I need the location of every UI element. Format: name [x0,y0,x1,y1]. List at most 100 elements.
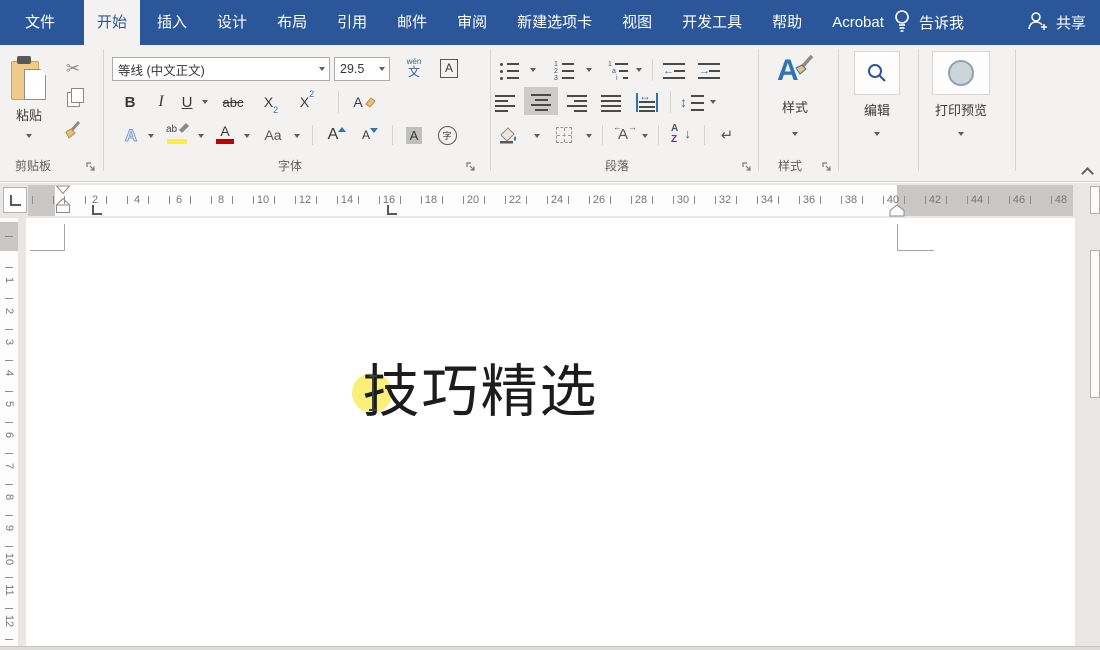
format-painter-button[interactable] [58,117,88,143]
phonetic-guide-button[interactable]: wén 文 [398,53,430,83]
grow-font-button[interactable]: A [322,121,352,149]
ruler-tick [483,196,485,204]
ribbon-home: 粘贴 ✂ 剪贴板 等线 (中文正文) 29.5 wén 文 A B I U ab… [0,45,1100,182]
font-size-combobox[interactable]: 29.5 [334,57,390,81]
borders-button[interactable] [550,121,578,149]
print-preview-dropdown[interactable] [920,129,1002,139]
tab-help[interactable]: 帮助 [759,0,815,45]
tab-stop-marker[interactable] [387,205,397,215]
align-center-button[interactable] [524,87,558,115]
text-highlight-button[interactable]: ab [162,121,192,149]
editing-dropdown[interactable] [850,129,904,139]
asian-layout-button[interactable]: ← → A [610,121,640,149]
bold-button[interactable]: B [116,89,144,115]
chevron-down-icon[interactable] [379,67,385,71]
asian-layout-dropdown[interactable] [640,131,650,141]
bullets-button[interactable] [494,57,524,83]
scrollbar-top-button[interactable] [1090,186,1100,214]
tab-home[interactable]: 开始 [84,0,141,45]
styles-button[interactable]: A [766,51,824,91]
text-effects-button[interactable]: A [118,121,144,149]
borders-dropdown[interactable] [584,131,594,141]
paste-button-label[interactable]: 粘贴 [6,105,52,123]
tab-new-tab[interactable]: 新建选项卡 [504,0,605,45]
tab-stop-selector[interactable] [3,187,27,213]
tab-mailings[interactable]: 邮件 [384,0,440,45]
tell-me-button[interactable]: 告诉我 [893,0,964,45]
subscript-icon: X [263,94,274,110]
print-preview-button-label[interactable]: 打印预览 [920,100,1002,118]
chevron-down-icon [294,134,300,138]
character-shading-button[interactable]: A [400,121,428,149]
clear-formatting-button[interactable]: A [348,89,382,115]
shading-dropdown[interactable] [532,131,542,141]
paragraph-dialog-launcher-icon[interactable] [742,159,752,171]
text-highlight-dropdown[interactable] [196,131,206,141]
ruler-tick [651,196,653,204]
editing-button-label[interactable]: 编辑 [850,100,904,118]
underline-button[interactable]: U [176,89,198,115]
clipboard-dialog-launcher-icon[interactable] [86,159,96,171]
subscript-button[interactable]: X2 [256,89,286,115]
tab-developer[interactable]: 开发工具 [669,0,755,45]
bullets-dropdown[interactable] [528,65,538,75]
horizontal-ruler[interactable]: 2 4 6 8 10 12 14 16 18 20 22 24 26 28 30 32 34 36 38 40 42 44… [28,185,1073,217]
font-dialog-launcher-icon[interactable] [466,159,476,171]
separator [392,125,393,145]
distribute-button[interactable]: ↔ [632,89,662,115]
tab-view[interactable]: 视图 [609,0,665,45]
document-page[interactable] [26,218,1075,647]
shading-button[interactable] [492,121,524,149]
paste-button[interactable] [6,53,52,105]
superscript-button[interactable]: X2 [292,89,322,115]
tab-acrobat[interactable]: Acrobat [819,0,897,45]
print-preview-button[interactable] [932,51,990,95]
change-case-button[interactable]: Aa [258,121,288,149]
collapse-ribbon-icon[interactable] [1081,167,1094,180]
multilevel-list-dropdown[interactable] [634,65,644,75]
document-heading-text[interactable]: 技巧精选 [64,360,897,424]
tab-review[interactable]: 审阅 [444,0,500,45]
tab-insert[interactable]: 插入 [144,0,200,45]
cut-button[interactable]: ✂ [58,57,88,81]
scrollbar-thumb[interactable] [1090,250,1100,398]
justify-button[interactable] [598,89,624,115]
tab-stop-marker[interactable] [92,205,102,215]
copy-button[interactable] [58,87,88,111]
underline-dropdown[interactable] [200,97,210,107]
font-color-dropdown[interactable] [242,131,252,141]
character-border-button[interactable]: A [436,55,462,81]
font-color-button[interactable]: A [212,121,238,149]
tab-design[interactable]: 设计 [204,0,260,45]
decrease-indent-button[interactable]: ← [660,57,688,83]
line-spacing-dropdown[interactable] [708,97,718,107]
numbering-button[interactable]: 1 2 3 [548,57,580,83]
text-effects-dropdown[interactable] [146,131,156,141]
ruler-number: 12 [298,194,312,206]
styles-button-label[interactable]: 样式 [766,97,824,115]
tab-references[interactable]: 引用 [324,0,380,45]
chevron-down-icon[interactable] [319,67,325,71]
tab-file[interactable]: 文件 [12,0,68,45]
sort-button[interactable]: A Z ↓ [666,121,696,149]
vertical-ruler[interactable]: 1 2 3 4 5 6 7 8 9 10 11 12 [0,218,18,647]
numbering-dropdown[interactable] [584,65,594,75]
editing-button[interactable] [854,51,900,95]
change-case-dropdown[interactable] [292,131,302,141]
align-right-button[interactable] [564,89,590,115]
font-name-combobox[interactable]: 等线 (中文正文) [112,57,330,81]
tab-layout[interactable]: 布局 [264,0,320,45]
styles-dialog-launcher-icon[interactable] [822,159,832,171]
italic-button[interactable]: I [150,89,172,115]
strikethrough-button[interactable]: abc [216,89,250,115]
shrink-font-button[interactable]: A [356,121,384,149]
show-hide-marks-button[interactable]: ↵ [712,121,742,149]
paste-dropdown[interactable] [6,131,52,141]
enclose-characters-button[interactable]: 字 [432,121,462,149]
multilevel-list-button[interactable]: 1 a i [602,57,634,83]
increase-indent-button[interactable]: → [694,57,724,83]
styles-dropdown[interactable] [766,129,824,139]
align-left-button[interactable] [492,89,518,115]
line-spacing-button[interactable]: ↕ [678,89,706,115]
share-button[interactable]: 共享 [1026,0,1086,45]
